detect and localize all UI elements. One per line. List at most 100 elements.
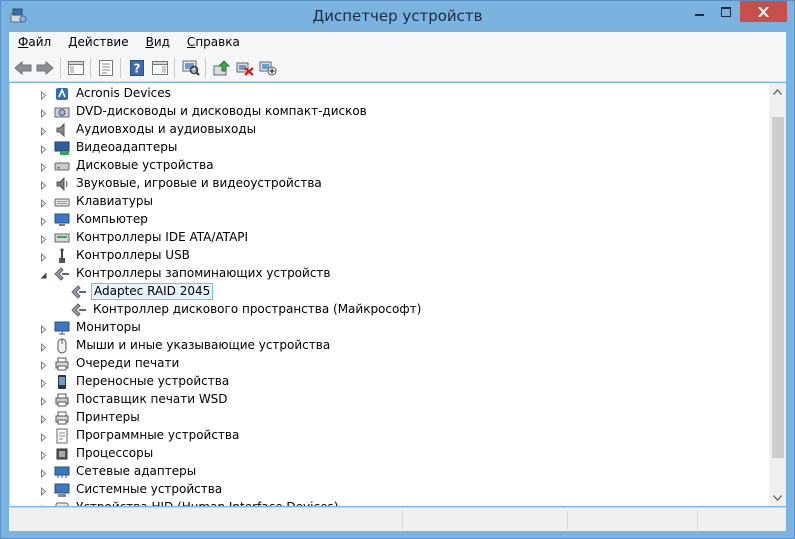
scroll-up-button[interactable] [769,83,786,100]
menu-label-rest: правка [195,35,240,49]
disk-drive-icon [54,158,70,174]
scrollbar-thumb[interactable] [772,117,784,458]
forward-icon[interactable] [35,58,55,78]
expand-arrow-icon[interactable] [39,125,48,137]
vertical-scrollbar[interactable] [769,83,786,506]
chevron-up-icon [773,88,782,95]
close-button[interactable] [740,1,787,22]
action-pane-icon[interactable] [150,58,170,78]
tree-item-label: Сетевые адаптеры [76,464,197,478]
tree-item-label: Принтеры [76,410,140,424]
menu-accelerator: Д [68,35,78,49]
properties-icon[interactable] [96,58,116,78]
chevron-down-icon [773,494,782,501]
expand-arrow-icon[interactable] [39,467,48,479]
monitor-icon [54,320,70,336]
expand-arrow-icon[interactable] [39,215,48,227]
toolbar-separator [174,58,175,78]
tree-item-label: Видеоадаптеры [76,140,178,154]
expand-arrow-icon[interactable] [39,233,48,245]
menu-accelerator: Ф [18,35,29,49]
display-adapter-icon [54,140,70,156]
processor-icon [54,446,70,462]
storage-controller-icon [71,302,87,318]
scan-hardware-icon[interactable] [181,58,201,78]
menu-item-2[interactable]: Вид [137,32,178,53]
menu-item-3[interactable]: Справка [178,32,248,53]
device-tree-pane[interactable]: Acronis Devices DVD-дисководы и дисководы… [9,83,786,506]
expand-arrow-icon[interactable] [39,143,48,155]
dvd-drive-icon [54,104,70,120]
expand-arrow-icon[interactable] [39,449,48,461]
speaker-icon [54,122,70,138]
print-queue-icon [54,356,70,372]
toolbar-separator [90,58,91,78]
tree-item-label: Программные устройства [76,428,240,442]
minimize-button[interactable] [686,1,713,22]
tree-item-label: Контроллеры запоминающих устройств [76,266,331,280]
menu-item-0[interactable]: Файл [9,32,59,53]
expand-arrow-icon[interactable] [39,359,48,371]
system-device-icon [54,482,70,498]
close-icon [758,6,769,17]
tree-item-label: Системные устройства [76,482,223,496]
tree-item-label: Контроллеры IDE ATA/ATAPI [76,230,249,244]
tree-item-label: Мыши и иные указывающие устройства [76,338,331,352]
status-segment [697,511,786,529]
svg-text:?: ? [134,62,141,76]
tree-item-label: Процессоры [76,446,154,460]
menu-item-1[interactable]: Действие [59,32,136,53]
wsd-printer-icon [54,392,70,408]
maximize-icon [721,6,731,17]
computer-icon [54,212,70,228]
tree-item-label: Клавиатуры [76,194,153,208]
help-icon[interactable]: ? [127,58,147,78]
portable-device-icon [54,374,70,390]
expand-arrow-icon[interactable] [39,323,48,335]
software-device-icon [54,428,70,444]
minimize-icon [694,13,704,16]
expand-arrow-icon[interactable] [39,503,48,506]
toolbar-separator [205,58,206,78]
sound-device-icon [54,176,70,192]
window-title: Диспетчер устройств [312,7,483,25]
enable-device-icon[interactable] [258,58,278,78]
show-hide-console-tree-icon[interactable] [66,58,86,78]
tree-item-label: Аудиовходы и аудиовыходы [76,122,257,136]
menu-label-rest: ействие [77,35,129,49]
expand-arrow-icon[interactable] [39,341,48,353]
tree-item-label: Звуковые, игровые и видеоустройства [76,176,322,190]
printer-icon [54,410,70,426]
usb-controller-icon [54,248,70,264]
status-bar [9,507,786,531]
menu-bar: Файл Действие Вид Справка [9,32,786,53]
title-bar[interactable]: Диспетчер устройств [1,1,794,33]
expand-arrow-icon[interactable] [39,377,48,389]
expand-arrow-icon[interactable] [39,251,48,263]
expand-arrow-icon[interactable] [39,485,48,497]
expand-arrow-icon[interactable] [39,89,48,101]
expand-arrow-icon[interactable] [39,107,48,119]
tree-item-label: Дисковые устройства [76,158,214,172]
uninstall-icon[interactable] [235,58,255,78]
storage-controller-icon [54,266,70,282]
expand-arrow-icon[interactable] [39,197,48,209]
tree-child-item-label: Adaptec RAID 2045 [91,283,214,300]
maximize-button[interactable] [713,1,739,22]
expand-arrow-icon[interactable] [39,179,48,191]
tree-item-label: Компьютер [76,212,148,226]
back-icon[interactable] [13,58,33,78]
expand-arrow-icon[interactable] [39,413,48,425]
tree-item-label: Мониторы [76,320,141,334]
storage-controller-icon [71,284,87,300]
update-driver-icon[interactable] [212,58,232,78]
menu-label-rest: айл [28,35,52,49]
expand-arrow-icon[interactable] [39,161,48,173]
expand-arrow-icon[interactable] [39,395,48,407]
scroll-down-button[interactable] [769,489,786,506]
menu-accelerator: В [145,35,154,49]
expand-arrow-icon[interactable] [39,431,48,443]
collapse-arrow-icon[interactable] [39,269,48,279]
tree-item-label: Переносные устройства [76,374,230,388]
ide-controller-icon [54,230,70,246]
